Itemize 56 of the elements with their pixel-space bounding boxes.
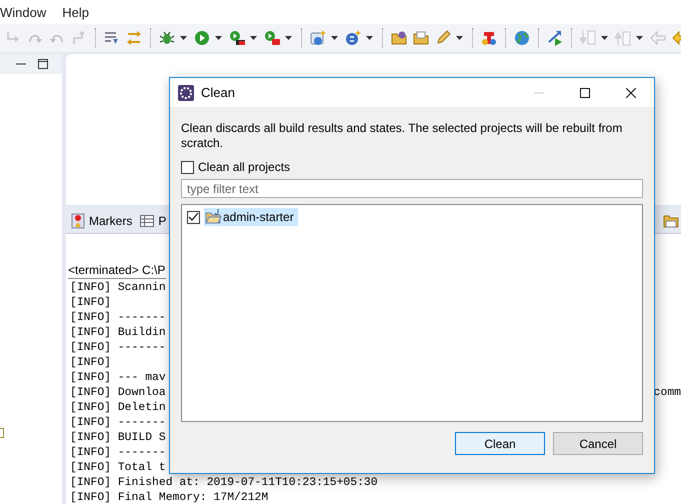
bug-icon[interactable]	[159, 30, 175, 46]
dialog-description: Clean discards all build results and states. The selected projects will be rebuilt from scratch.	[181, 121, 624, 151]
project-item[interactable]: admin-starter	[204, 208, 298, 226]
console-line: [INFO] Buildin	[70, 326, 166, 341]
caret-icon[interactable]	[250, 36, 257, 40]
dialog-title: Clean	[201, 85, 235, 100]
console-line: comm	[654, 386, 681, 401]
console-line: [INFO] -------	[70, 341, 166, 356]
caret-icon[interactable]	[456, 36, 463, 40]
maximize-icon[interactable]	[580, 88, 590, 98]
play-icon[interactable]	[194, 30, 210, 46]
menu-item[interactable]: Help	[62, 4, 89, 20]
pen-icon[interactable]	[435, 30, 451, 46]
caret-icon[interactable]	[366, 36, 373, 40]
folder-icon[interactable]	[413, 30, 429, 46]
console-line: [INFO] Total t	[70, 461, 166, 476]
console-line: [INFO] Scannin	[70, 281, 166, 296]
view-tab[interactable]: P	[139, 213, 166, 229]
caret-icon[interactable]	[180, 36, 187, 40]
dialog-button[interactable]: Cancel	[553, 432, 643, 455]
menu-item[interactable]: Window	[0, 4, 46, 20]
caret-icon[interactable]	[331, 36, 338, 40]
play-arrow-icon[interactable]	[547, 30, 563, 46]
console-line: [INFO]	[70, 356, 112, 371]
caret-icon[interactable]	[215, 36, 222, 40]
console-line: [INFO] Finished at: 2019-07-11T10:23:15+05:30	[70, 476, 378, 491]
view-tab[interactable]: Markers	[70, 213, 132, 229]
filter-field[interactable]: type filter text	[181, 179, 643, 198]
caret-icon[interactable]	[285, 36, 292, 40]
globe-icon[interactable]	[514, 30, 530, 46]
console-line: [INFO] -------	[70, 446, 166, 461]
console-line: [INFO]	[70, 296, 112, 311]
console-line: [INFO] BUILD S	[70, 431, 166, 446]
markers-icon	[70, 213, 86, 229]
bracket-icon	[0, 428, 4, 438]
shapes-icon[interactable]	[481, 30, 497, 46]
table-icon	[139, 213, 156, 229]
console-line: [INFO] --- mav	[70, 371, 166, 386]
checkbox[interactable]	[181, 160, 194, 174]
folder-icon	[205, 209, 222, 225]
console-line: [INFO] Final Memory: 17M/212M	[70, 491, 268, 504]
ring-icon	[178, 84, 194, 100]
checkbox-label: Clean all projects	[198, 160, 290, 174]
console-line: [INFO] Downloa	[70, 386, 166, 401]
console-line: [INFO] Deletin	[70, 401, 166, 416]
dialog-button[interactable]: Clean	[455, 432, 545, 455]
console-line: [INFO] -------	[70, 311, 166, 326]
checkbox[interactable]	[187, 210, 200, 224]
console-status: <terminated> C:\P	[68, 263, 166, 279]
close-icon[interactable]	[626, 88, 636, 98]
lines-arrow-icon[interactable]	[104, 30, 120, 46]
play-badge-icon[interactable]	[229, 30, 245, 46]
console-line: [INFO] -------	[70, 416, 166, 431]
folder-badge-icon[interactable]	[663, 213, 679, 229]
maximize-icon[interactable]	[38, 59, 48, 69]
folder-icon[interactable]	[391, 30, 407, 46]
